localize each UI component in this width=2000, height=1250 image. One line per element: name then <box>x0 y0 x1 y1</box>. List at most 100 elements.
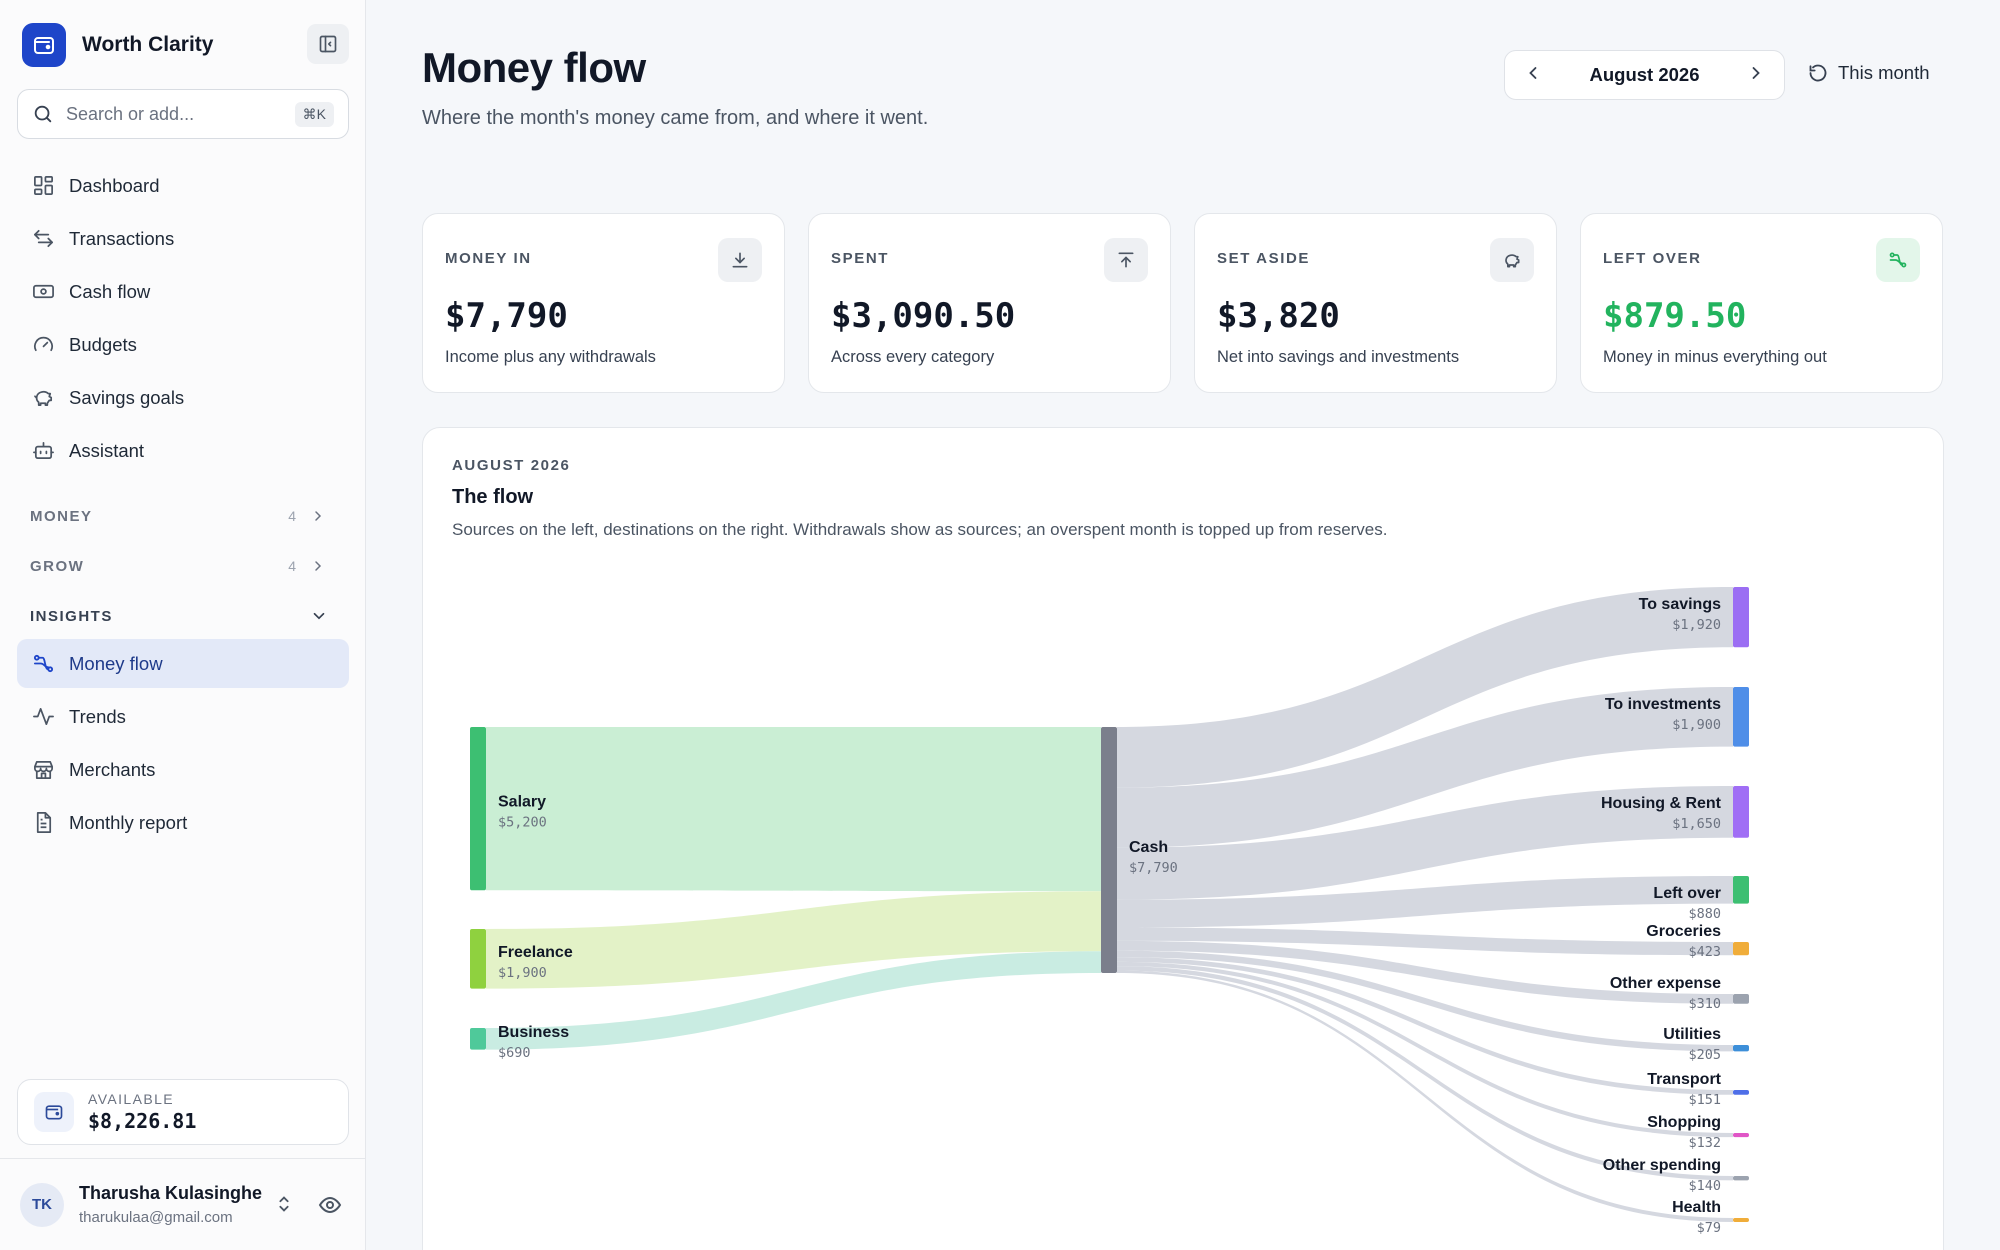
node-freelance[interactable] <box>470 929 486 989</box>
chevron-right-icon[interactable] <box>1746 63 1766 88</box>
available-label: AVAILABLE <box>88 1091 175 1107</box>
sidebar-item-trends[interactable]: Trends <box>17 692 349 741</box>
sidebar-item-merchants[interactable]: Merchants <box>17 745 349 794</box>
sidebar-item-budgets[interactable]: Budgets <box>17 320 349 369</box>
stat-label: SET ASIDE <box>1217 250 1311 267</box>
flow-health <box>1117 970 1733 1222</box>
dashboard-icon <box>30 173 56 199</box>
node-label: Groceries <box>1646 923 1721 940</box>
stat-label: MONEY IN <box>445 250 532 267</box>
node-to-savings[interactable] <box>1733 587 1749 648</box>
node-value: $205 <box>1688 1047 1721 1063</box>
sidebar-item-assistant[interactable]: Assistant <box>17 426 349 475</box>
nodes: Salary $5,200 Freelance $1,900 Business $690 T… <box>470 587 1749 1236</box>
collapse-sidebar-button[interactable] <box>307 24 349 64</box>
brand[interactable]: Worth Clarity <box>22 22 213 68</box>
store-icon <box>30 757 56 783</box>
this-month-button[interactable]: This month <box>1808 62 1930 84</box>
avatar: TK <box>20 1182 64 1227</box>
sidebar-item-label: Trends <box>69 705 126 727</box>
node-health[interactable] <box>1733 1218 1749 1222</box>
stat-value: $7,790 <box>445 296 568 336</box>
sidebar-item-label: Merchants <box>69 758 156 780</box>
sidebar-item-savings-goals[interactable]: Savings goals <box>17 373 349 422</box>
user-menu[interactable]: TK Tharusha Kulasinghe tharukulaa@gmail.… <box>0 1158 366 1250</box>
node-business[interactable] <box>470 1028 486 1050</box>
node-housing-rent[interactable] <box>1733 786 1749 838</box>
available-balance[interactable]: AVAILABLE $8,226.81 <box>17 1079 349 1145</box>
node-label: To savings <box>1639 596 1721 613</box>
node-value: $423 <box>1688 944 1721 960</box>
node-cash[interactable] <box>1101 727 1117 973</box>
app-name: Worth Clarity <box>82 33 214 56</box>
section-grow[interactable]: GROW 4 <box>30 551 340 581</box>
node-value: $140 <box>1688 1178 1721 1194</box>
node-transport[interactable] <box>1733 1090 1749 1095</box>
node-label: Other expense <box>1610 975 1721 992</box>
sidebar-item-label: Monthly report <box>69 811 188 833</box>
node-value: $310 <box>1688 996 1721 1012</box>
piggy-bank-icon <box>30 385 56 411</box>
current-month[interactable]: August 2026 <box>1589 64 1699 86</box>
stat-card-spent: SPENT $3,090.50 Across every category <box>808 213 1171 393</box>
eye-icon[interactable] <box>318 1193 342 1222</box>
node-to-investments[interactable] <box>1733 687 1749 747</box>
node-other-expense[interactable] <box>1733 994 1749 1004</box>
sidebar-item-label: Savings goals <box>69 386 185 408</box>
node-label: Freelance <box>498 944 573 961</box>
chevrons-up-down-icon[interactable] <box>273 1193 295 1220</box>
user-email: tharukulaa@gmail.com <box>79 1209 233 1226</box>
node-value: $880 <box>1688 906 1721 922</box>
chevron-right-icon <box>310 558 326 574</box>
node-label: Health <box>1672 1199 1721 1216</box>
node-other-spending[interactable] <box>1733 1176 1749 1181</box>
sidebar-item-label: Dashboard <box>69 174 160 196</box>
node-left-over[interactable] <box>1733 876 1749 904</box>
node-salary[interactable] <box>470 727 486 891</box>
sidebar-item-transactions[interactable]: Transactions <box>17 214 349 263</box>
chevron-right-icon <box>310 508 326 524</box>
sidebar-item-money-flow[interactable]: Money flow <box>17 639 349 688</box>
sankey-chart: Salary $5,200 Freelance $1,900 Business $690 T… <box>470 587 1749 1236</box>
node-shopping[interactable] <box>1733 1133 1749 1138</box>
sidebar-item-label: Assistant <box>69 439 145 461</box>
section-label: GROW <box>30 557 85 575</box>
wallet-icon <box>22 23 66 67</box>
node-label: Cash <box>1129 839 1168 856</box>
user-name: Tharusha Kulasinghe <box>79 1183 263 1203</box>
this-month-label: This month <box>1838 62 1930 83</box>
section-money[interactable]: MONEY 4 <box>30 501 340 531</box>
node-value: $1,650 <box>1672 816 1721 832</box>
sidebar-item-monthly-report[interactable]: Monthly report <box>17 798 349 847</box>
stat-label: SPENT <box>831 250 890 267</box>
stat-description: Income plus any withdrawals <box>445 348 656 366</box>
search-placeholder: Search or add... <box>66 103 195 124</box>
stat-card-money-in: MONEY IN $7,790 Income plus any withdraw… <box>422 213 785 393</box>
download-icon <box>718 238 762 282</box>
section-insights[interactable]: INSIGHTS <box>30 601 340 631</box>
shortcut-badge: ⌘K <box>294 102 334 127</box>
node-value: $151 <box>1688 1092 1721 1108</box>
page-title: Money flow <box>422 44 646 91</box>
node-value: $5,200 <box>498 815 547 831</box>
activity-icon <box>30 704 56 730</box>
gauge-icon <box>30 332 56 358</box>
stat-description: Money in minus everything out <box>1603 348 1827 366</box>
stat-value: $879.50 <box>1603 296 1747 336</box>
sidebar-item-cash-flow[interactable]: Cash flow <box>17 267 349 316</box>
search-input[interactable]: Search or add... ⌘K <box>17 89 349 139</box>
node-label: Housing & Rent <box>1601 795 1722 812</box>
stat-card-set-aside: SET ASIDE $3,820 Net into savings and in… <box>1194 213 1557 393</box>
node-value: $79 <box>1697 1220 1721 1236</box>
chevron-down-icon <box>310 607 328 625</box>
section-count: 4 <box>288 508 296 524</box>
sidebar-item-dashboard[interactable]: Dashboard <box>17 161 349 210</box>
flow-panel: AUGUST 2026 The flow Sources on the left… <box>422 427 1944 1250</box>
node-utilities[interactable] <box>1733 1045 1749 1052</box>
page-subtitle: Where the month's money came from, and w… <box>422 107 929 129</box>
flow-icon <box>30 651 56 677</box>
node-value: $1,900 <box>498 965 547 981</box>
chevron-left-icon[interactable] <box>1523 63 1543 88</box>
node-value: $1,900 <box>1672 717 1721 733</box>
node-groceries[interactable] <box>1733 942 1749 956</box>
